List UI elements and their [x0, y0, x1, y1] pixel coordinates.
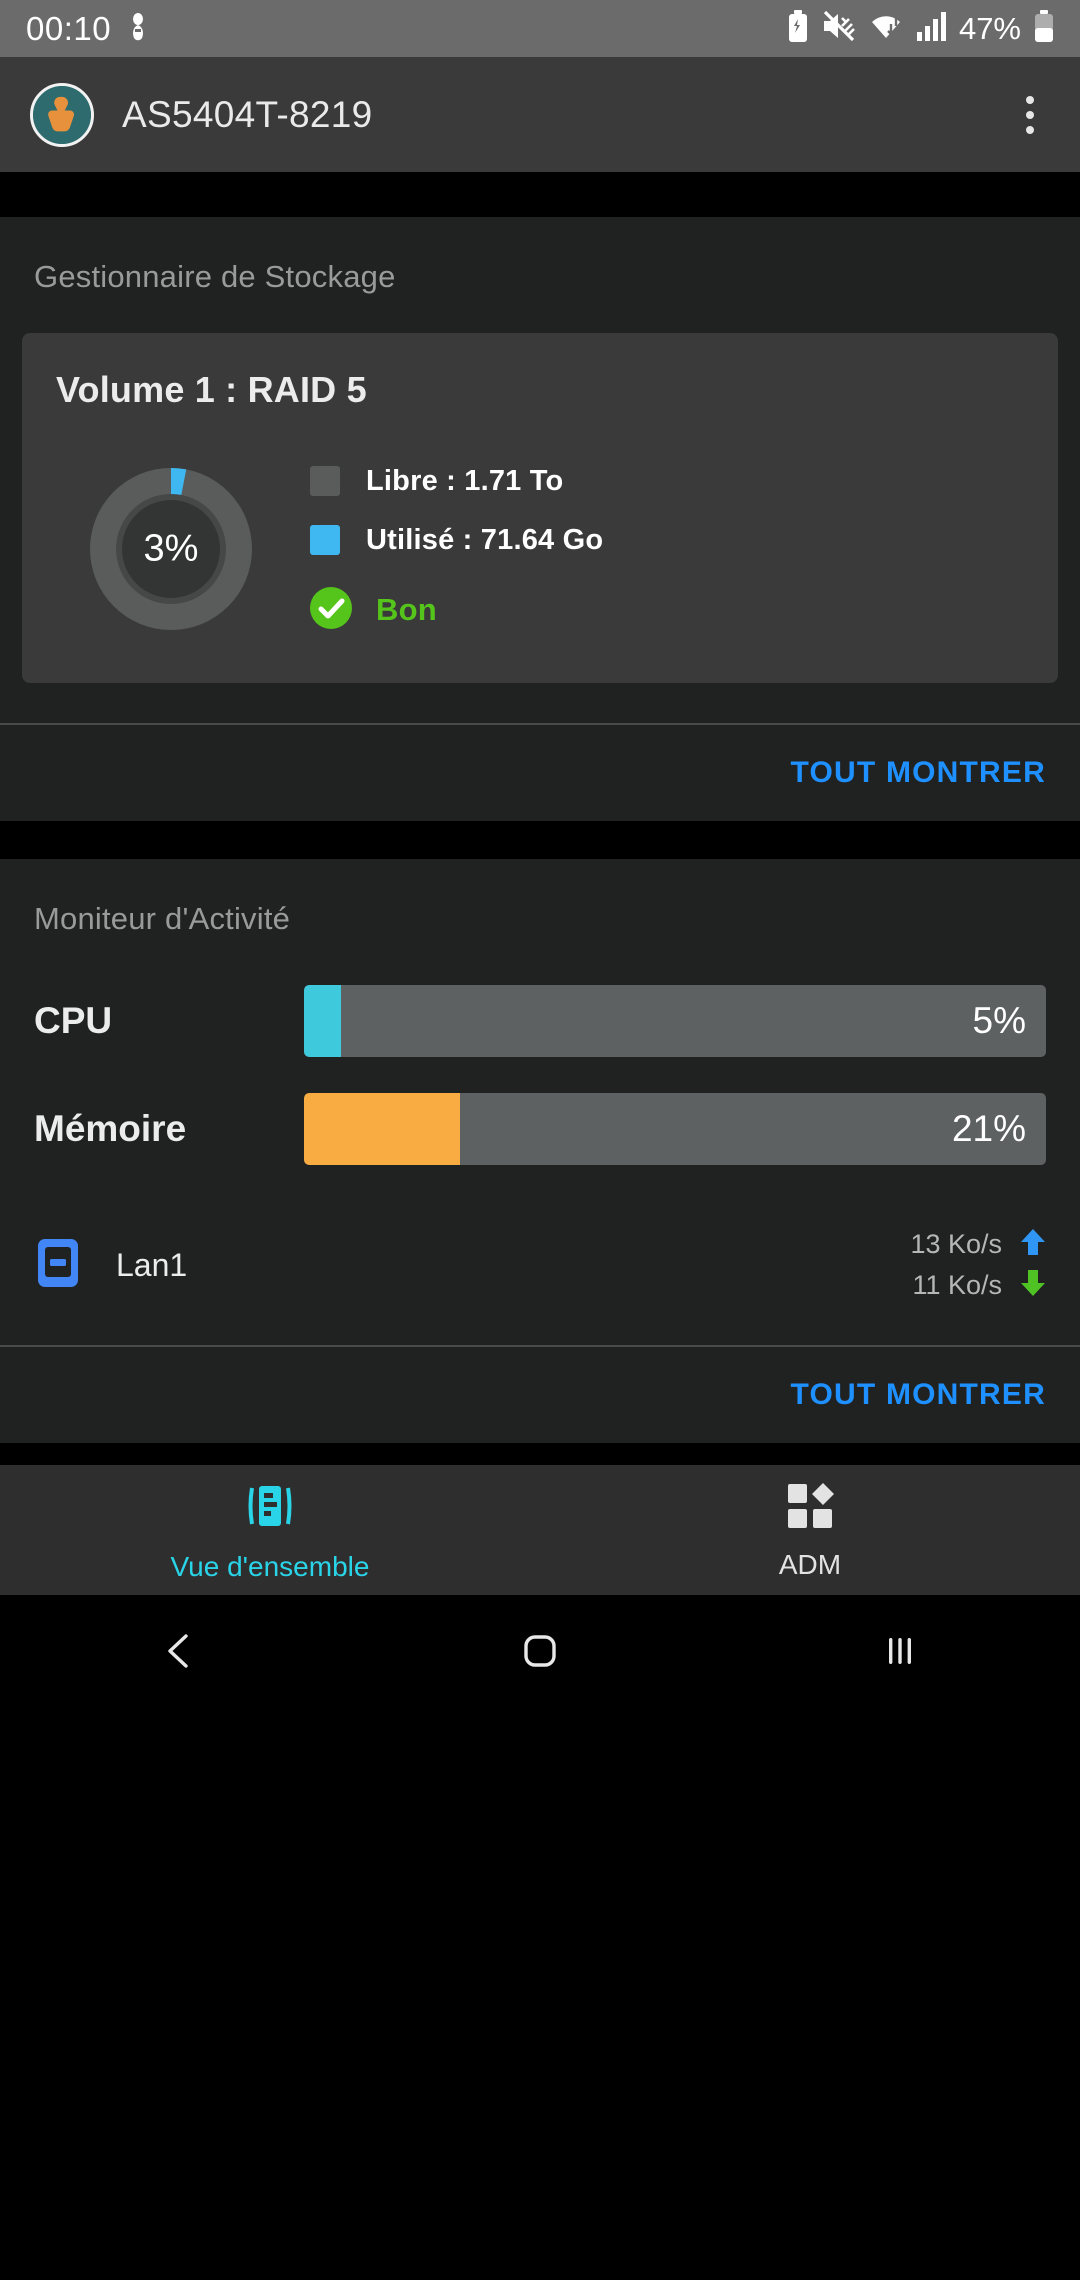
app-bar: AS5404T-8219 — [0, 57, 1080, 172]
network-interface-row[interactable]: Lan1 13 Ko/s 11 Ko/s — [0, 1227, 1080, 1303]
nav-tab-overview[interactable]: Vue d'ensemble — [0, 1465, 540, 1595]
lan-port-icon — [34, 1237, 82, 1294]
memory-label: Mémoire — [34, 1108, 187, 1149]
app-bar-title: AS5404T-8219 — [122, 93, 373, 135]
kebab-dot — [1026, 95, 1034, 104]
storage-section-title: Gestionnaire de Stockage — [34, 259, 396, 294]
overview-dashboard-icon — [242, 1478, 298, 1539]
battery-icon — [1034, 10, 1054, 47]
storage-show-all-button[interactable]: TOUT MONTRER — [791, 756, 1047, 790]
kebab-dot — [1026, 110, 1034, 119]
nav-tab-adm-label: ADM — [778, 1548, 842, 1580]
nav-tab-overview-label: Vue d'ensemble — [170, 1550, 370, 1582]
spacer-bottom — [0, 1443, 1080, 1465]
bottom-navigation-bar: Vue d'ensemble ADM — [0, 1465, 1080, 1595]
activity-section: Moniteur d'Activité CPU 5% Mémoire 21% L… — [0, 859, 1080, 1443]
activity-show-all-button[interactable]: TOUT MONTRER — [791, 1378, 1047, 1412]
phone-screen: 00:10 47% AS5404T-8219 Gestionnaire de S… — [0, 0, 1080, 2280]
back-nav-button[interactable] — [0, 1631, 360, 1671]
activity-show-all-row: TOUT MONTRER — [0, 1347, 1080, 1443]
cpu-meter-row: CPU 5% — [0, 985, 1080, 1057]
home-nav-button[interactable] — [360, 1631, 720, 1671]
arrow-up-icon — [1020, 1227, 1046, 1262]
spacer-mid — [0, 821, 1080, 859]
battery-saver-icon — [787, 10, 809, 47]
legend-swatch-free — [310, 466, 340, 496]
mute-icon — [822, 10, 856, 47]
do-not-disturb-icon — [125, 10, 151, 47]
upload-rate-row: 13 Ko/s — [910, 1227, 1046, 1262]
battery-percent-label: 47% — [958, 10, 1021, 46]
volume-title: Volume 1 : RAID 5 — [56, 369, 367, 410]
network-rates: 13 Ko/s 11 Ko/s — [910, 1227, 1046, 1303]
cpu-percent-label: 5% — [972, 1000, 1026, 1041]
network-gap — [0, 1165, 1080, 1227]
status-bar-left: 00:10 — [26, 10, 151, 48]
meter-gap — [0, 1057, 1080, 1093]
cpu-progress-bar: 5% — [304, 985, 1046, 1057]
storage-section: Gestionnaire de Stockage Volume 1 : RAID… — [0, 217, 1080, 821]
legend-label-free: Libre : 1.71 To — [366, 464, 564, 497]
asustor-avatar[interactable] — [30, 82, 94, 147]
legend-item-free: Libre : 1.71 To — [310, 465, 603, 498]
cpu-label: CPU — [34, 1000, 113, 1041]
nav-tab-adm[interactable]: ADM — [540, 1465, 1080, 1595]
legend-item-used: Utilisé : 71.64 Go — [310, 524, 603, 557]
activity-bottom-space — [0, 1303, 1080, 1345]
adm-grid-icon — [784, 1480, 836, 1537]
donut-center-percent: 3% — [143, 527, 199, 570]
volume-legend: Libre : 1.71 To Utilisé : 71.64 Go Bon — [310, 465, 603, 634]
volume-card-body: 3% Libre : 1.71 To Utilisé : 71.64 Go Bo… — [56, 449, 1024, 649]
download-rate-label: 11 Ko/s — [912, 1270, 1002, 1300]
activity-title-space — [0, 937, 1080, 985]
arrow-down-icon — [1020, 1268, 1046, 1303]
kebab-dot — [1026, 125, 1034, 134]
status-bar-clock: 00:10 — [26, 9, 112, 47]
android-navigation-bar — [0, 1595, 1080, 1707]
legend-label-used: Utilisé : 71.64 Go — [366, 523, 604, 556]
volume-health-status: Bon — [310, 586, 603, 634]
memory-meter-row: Mémoire 21% — [0, 1093, 1080, 1165]
volume-status-label: Bon — [376, 592, 437, 627]
cpu-progress-fill — [304, 985, 342, 1057]
overflow-menu-button[interactable] — [1010, 82, 1050, 148]
upload-rate-label: 13 Ko/s — [910, 1229, 1002, 1259]
volume-usage-donut-chart: 3% — [56, 449, 286, 649]
legend-swatch-used — [310, 525, 340, 555]
check-circle-icon — [310, 586, 352, 634]
memory-progress-fill — [304, 1093, 460, 1165]
download-rate-row: 11 Ko/s — [912, 1268, 1046, 1303]
recents-nav-button[interactable] — [720, 1631, 1080, 1671]
spacer-top — [0, 172, 1080, 217]
volume-card[interactable]: Volume 1 : RAID 5 3% Libre : 1.71 To Uti… — [22, 333, 1058, 683]
storage-card-bottom-space — [0, 683, 1080, 723]
status-bar: 00:10 47% — [0, 0, 1080, 57]
network-interface-name: Lan1 — [116, 1246, 188, 1283]
signal-icon — [916, 10, 946, 47]
memory-percent-label: 21% — [951, 1108, 1026, 1149]
status-bar-right: 47% — [787, 10, 1054, 47]
wifi-icon — [869, 10, 903, 47]
storage-show-all-row: TOUT MONTRER — [0, 725, 1080, 821]
activity-section-title: Moniteur d'Activité — [34, 901, 291, 936]
memory-progress-bar: 21% — [304, 1093, 1046, 1165]
